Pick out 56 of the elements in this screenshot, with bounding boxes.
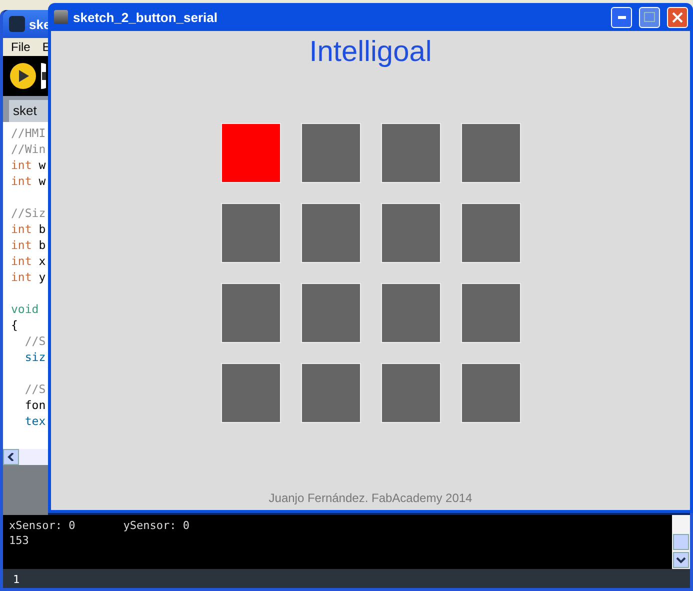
code-editor[interactable]: //HMI //Win int w int w //Siz int b int b int x int y void { //S siz //S fon tex <box>3 122 48 449</box>
maximize-button[interactable] <box>639 6 660 28</box>
run-icon[interactable] <box>9 62 37 90</box>
grid-button[interactable] <box>300 123 360 183</box>
credits-text: Juanjo Fernández. FabAcademy 2014 <box>268 491 472 505</box>
code-line: //Siz <box>11 205 47 221</box>
code-line: void <box>11 301 40 317</box>
code-line: int x <box>11 253 47 269</box>
horizontal-scrollbar[interactable] <box>3 449 48 465</box>
grid-button[interactable] <box>300 363 360 423</box>
minimize-icon <box>618 15 626 19</box>
code-line: int w <box>11 173 47 189</box>
code-line: siz <box>24 349 47 365</box>
grid-button[interactable] <box>460 123 520 183</box>
window-icon <box>54 10 68 24</box>
scroll-down-button[interactable] <box>673 552 689 568</box>
app-icon <box>9 16 25 32</box>
code-line: //S <box>24 333 47 349</box>
vertical-scrollbar[interactable] <box>672 515 690 569</box>
code-line: int w <box>11 157 47 173</box>
code-line: int y <box>11 269 47 285</box>
console-text: ySensor: 0 <box>123 519 190 534</box>
minimize-button[interactable] <box>611 6 632 28</box>
close-button[interactable] <box>667 6 688 28</box>
code-line: { <box>11 317 19 333</box>
close-icon <box>672 12 683 22</box>
code-line: //Win <box>11 141 47 157</box>
scroll-left-button[interactable] <box>3 449 19 465</box>
grid-button[interactable] <box>460 363 520 423</box>
maximize-icon <box>644 12 655 22</box>
menu-item[interactable]: File <box>11 40 30 54</box>
stop-icon[interactable] <box>41 62 46 90</box>
grid-button[interactable] <box>460 283 520 343</box>
console-text: xSensor: 0 <box>9 519 76 534</box>
window-title: sketch_2_button_serial <box>73 10 219 24</box>
grid-button[interactable] <box>220 283 280 343</box>
grid-button[interactable] <box>220 123 280 183</box>
app-heading: Intelligoal <box>309 36 432 70</box>
code-line: //HMI <box>11 125 47 141</box>
code-line: //S <box>24 381 47 397</box>
code-line: int b <box>11 221 47 237</box>
code-line: fon <box>24 397 47 413</box>
code-line: int b <box>11 237 47 253</box>
console-text: 153 <box>9 534 29 549</box>
grid-button[interactable] <box>460 203 520 263</box>
grid-button[interactable] <box>380 363 440 423</box>
grid-button[interactable] <box>380 203 440 263</box>
grid-button[interactable] <box>380 123 440 183</box>
grid-button[interactable] <box>380 283 440 343</box>
grid-button[interactable] <box>220 203 280 263</box>
grid-button[interactable] <box>300 283 360 343</box>
line-number: 1 <box>3 569 690 588</box>
editor-tab[interactable]: sket <box>9 100 48 122</box>
code-line: tex <box>24 413 47 429</box>
grid-button[interactable] <box>220 363 280 423</box>
grid-button[interactable] <box>300 203 360 263</box>
